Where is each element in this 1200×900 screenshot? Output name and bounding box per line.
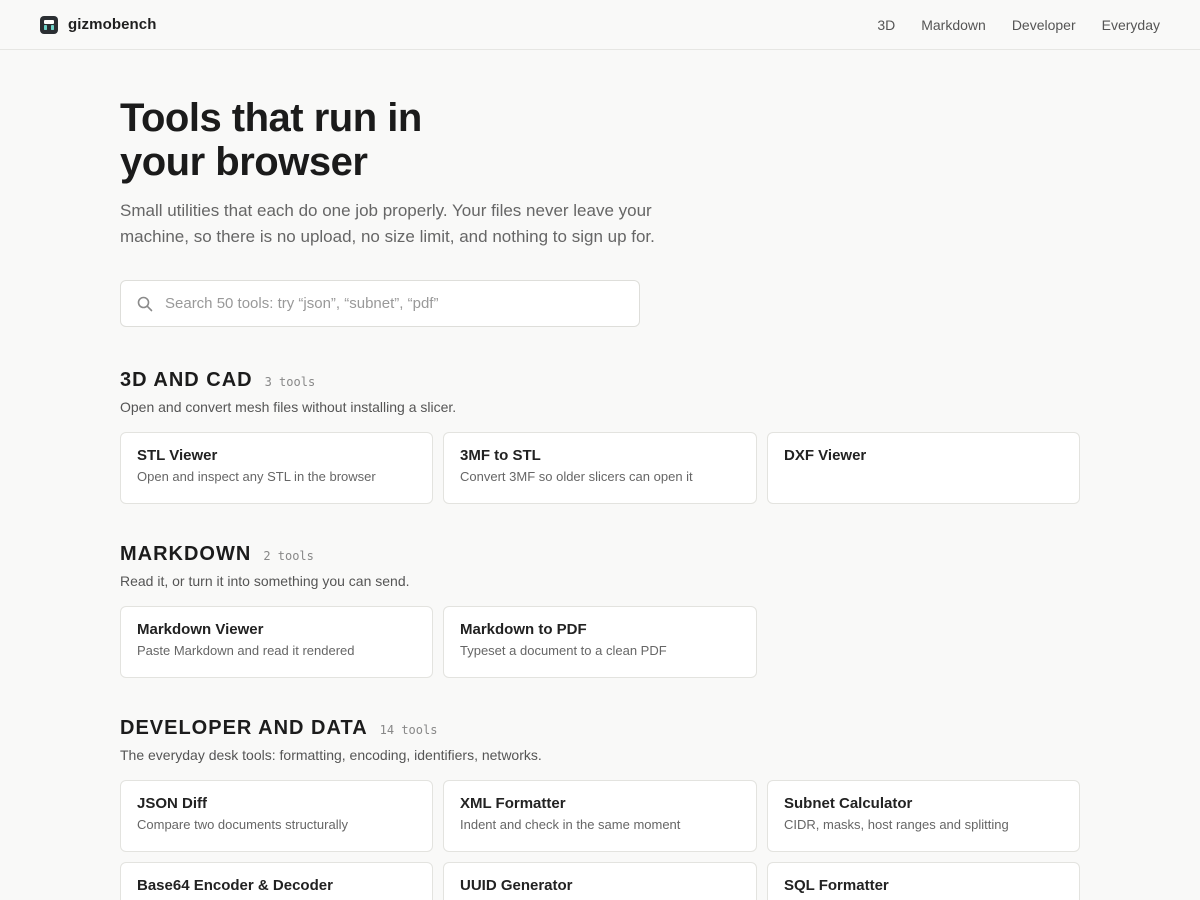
gizmobench-logo-icon (40, 15, 58, 34)
section-title: MARKDOWN (120, 543, 252, 565)
tool-card-title: UUID Generator (460, 877, 573, 894)
section-tool-count: 2 tools (263, 549, 314, 563)
section-header: MARKDOWN 2 tools (120, 543, 1080, 566)
tool-card-description: Convert 3MF so older slicers can open it (460, 469, 693, 484)
tool-card-description: Indent and check in the same moment (460, 817, 681, 832)
tool-card-title: Markdown to PDF (460, 621, 587, 638)
brand-name: gizmobench (68, 16, 157, 33)
hero-title: Tools that run in your browser (120, 96, 1080, 184)
tool-card-json-diff[interactable]: JSON Diff Compare two documents structur… (120, 780, 433, 852)
search-box[interactable] (120, 280, 640, 327)
section-title: DEVELOPER AND DATA (120, 717, 368, 739)
tool-card-dxf-viewer[interactable]: DXF Viewer (767, 432, 1080, 504)
tool-card-title: STL Viewer (137, 447, 218, 464)
search-input[interactable] (165, 295, 623, 312)
section-title: 3D AND CAD (120, 369, 253, 391)
tool-card-subnet-calculator[interactable]: Subnet Calculator CIDR, masks, host rang… (767, 780, 1080, 852)
hero-subtitle: Small utilities that each do one job pro… (120, 201, 655, 246)
tool-grid: STL Viewer Open and inspect any STL in t… (120, 432, 1080, 504)
search-icon (137, 296, 153, 311)
section-header: DEVELOPER AND DATA 14 tools (120, 717, 1080, 740)
hero-title-line-2: your browser (120, 140, 368, 184)
tool-card-title: XML Formatter (460, 795, 566, 812)
tool-grid: JSON Diff Compare two documents structur… (120, 780, 1080, 900)
tool-card-description: Paste Markdown and read it rendered (137, 643, 355, 658)
tool-card-title: Markdown Viewer (137, 621, 264, 638)
section-description: The everyday desk tools: formatting, enc… (120, 747, 542, 763)
tool-grid: Markdown Viewer Paste Markdown and read … (120, 606, 1080, 678)
tool-card-description: Compare two documents structurally (137, 817, 348, 832)
section-markdown: MARKDOWN 2 tools Read it, or turn it int… (120, 543, 1080, 678)
hero-title-line-1: Tools that run in (120, 96, 422, 140)
tool-card-stl-viewer[interactable]: STL Viewer Open and inspect any STL in t… (120, 432, 433, 504)
section-tool-count: 3 tools (264, 375, 316, 389)
tool-card-title: DXF Viewer (784, 447, 867, 464)
tool-card-xml-formatter[interactable]: XML Formatter Indent and check in the sa… (443, 780, 757, 852)
tool-card-description: Typeset a document to a clean PDF (460, 643, 667, 658)
top-navigation-bar: gizmobench 3D Markdown Developer Everyda… (0, 0, 1200, 50)
section-header: 3D AND CAD 3 tools (120, 369, 1080, 392)
section-description: Open and convert mesh files without inst… (120, 399, 457, 415)
tool-card-title: Subnet Calculator (784, 795, 913, 812)
tool-card-title: SQL Formatter (784, 877, 889, 894)
nav-link-everyday[interactable]: Everyday (1102, 17, 1160, 33)
section-description: Read it, or turn it into something you c… (120, 573, 410, 589)
tool-card-sql-formatter[interactable]: SQL Formatter (767, 862, 1080, 900)
tool-card-title: 3MF to STL (460, 447, 541, 464)
section-3d-and-cad: 3D AND CAD 3 tools Open and convert mesh… (120, 369, 1080, 504)
nav-link-markdown[interactable]: Markdown (921, 17, 986, 33)
tool-card-3mf-to-stl[interactable]: 3MF to STL Convert 3MF so older slicers … (443, 432, 757, 504)
tool-card-base64-encoder-decoder[interactable]: Base64 Encoder & Decoder (120, 862, 433, 900)
nav-link-3d[interactable]: 3D (877, 17, 895, 33)
main-content: Tools that run in your browser Small uti… (0, 96, 1200, 900)
nav-link-developer[interactable]: Developer (1012, 17, 1076, 33)
tool-card-markdown-viewer[interactable]: Markdown Viewer Paste Markdown and read … (120, 606, 433, 678)
brand[interactable]: gizmobench (40, 15, 157, 34)
section-developer-and-data: DEVELOPER AND DATA 14 tools The everyday… (120, 717, 1080, 900)
tool-card-description: Open and inspect any STL in the browser (137, 469, 376, 484)
tool-card-title: JSON Diff (137, 795, 208, 812)
tool-card-markdown-to-pdf[interactable]: Markdown to PDF Typeset a document to a … (443, 606, 757, 678)
main-nav: 3D Markdown Developer Everyday (877, 17, 1160, 33)
tool-card-description: CIDR, masks, host ranges and splitting (784, 817, 1009, 832)
section-tool-count: 14 tools (379, 723, 438, 737)
tool-card-uuid-generator[interactable]: UUID Generator (443, 862, 757, 900)
tool-card-title: Base64 Encoder & Decoder (137, 877, 333, 894)
